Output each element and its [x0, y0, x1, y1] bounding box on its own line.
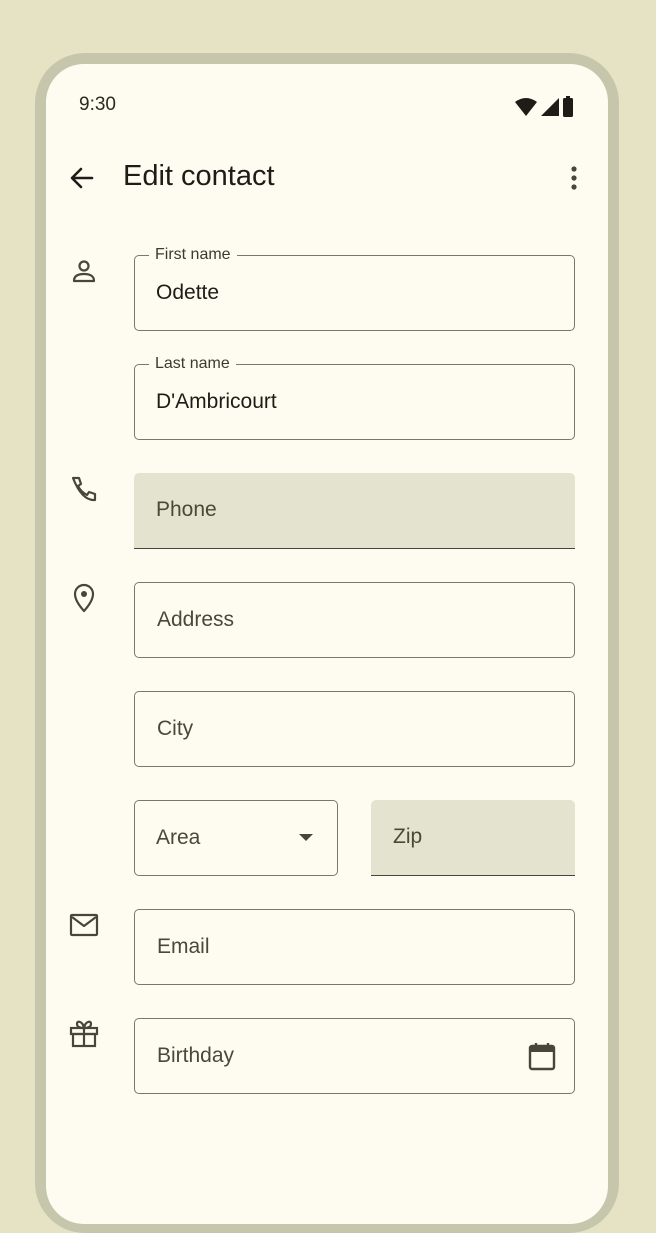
area-selected-value: Area — [156, 826, 201, 849]
phone-screen: 9:30 Edit contact First name Odette Last… — [46, 64, 608, 1224]
person-icon — [68, 256, 100, 288]
address-field[interactable]: Address — [134, 582, 575, 658]
last-name-field[interactable]: Last name D'Ambricourt — [134, 355, 575, 440]
location-pin-icon — [68, 582, 100, 614]
zip-placeholder: Zip — [393, 825, 423, 848]
more-vert-icon — [571, 166, 577, 190]
area-dropdown[interactable]: Area — [134, 800, 338, 876]
calendar-icon[interactable] — [528, 1041, 556, 1071]
first-name-label: First name — [149, 246, 237, 264]
phone-icon — [68, 473, 100, 505]
more-options-button[interactable] — [568, 164, 580, 192]
first-name-field[interactable]: First name Odette — [134, 246, 575, 331]
email-placeholder: Email — [157, 935, 210, 958]
arrow-back-icon — [70, 167, 94, 189]
battery-icon — [563, 96, 573, 117]
email-field[interactable]: Email — [134, 909, 575, 985]
birthday-field[interactable]: Birthday — [134, 1018, 575, 1094]
phone-placeholder: Phone — [156, 498, 217, 521]
top-app-bar: Edit contact — [46, 150, 608, 206]
gift-icon — [68, 1018, 100, 1050]
mail-icon — [68, 909, 100, 941]
city-placeholder: City — [157, 717, 194, 740]
address-placeholder: Address — [157, 608, 235, 631]
status-time: 9:30 — [79, 94, 116, 115]
last-name-value: D'Ambricourt — [156, 390, 277, 413]
page-title: Edit contact — [123, 160, 275, 192]
first-name-value: Odette — [156, 281, 220, 304]
birthday-placeholder: Birthday — [157, 1044, 235, 1067]
status-icons — [514, 96, 574, 118]
last-name-label: Last name — [149, 355, 236, 373]
cellular-signal-icon — [541, 98, 559, 116]
phone-field[interactable]: Phone — [134, 473, 575, 549]
dropdown-arrow-icon — [299, 834, 313, 841]
zip-field[interactable]: Zip — [371, 800, 575, 876]
back-button[interactable] — [68, 164, 96, 192]
city-field[interactable]: City — [134, 691, 575, 767]
wifi-icon — [515, 98, 537, 116]
